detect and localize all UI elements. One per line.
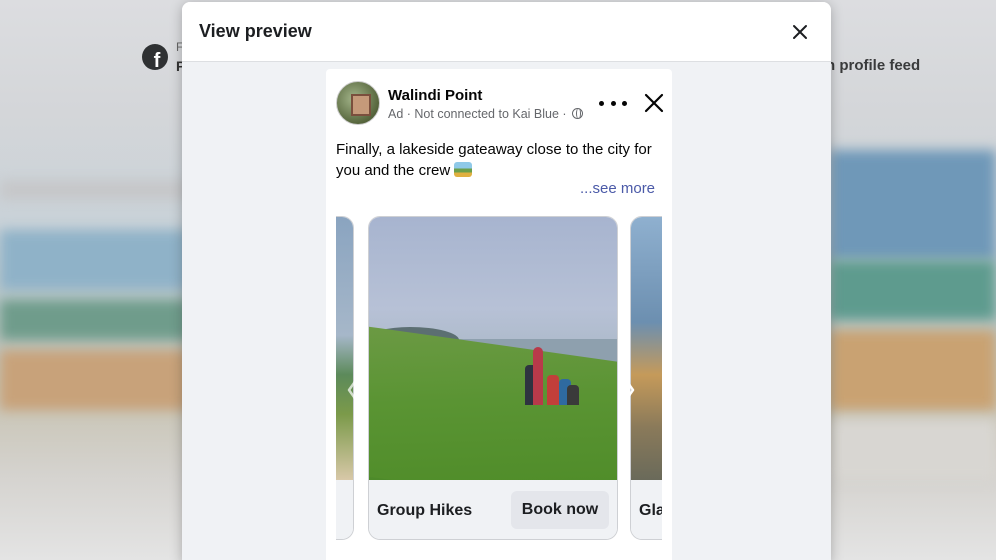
page-avatar[interactable] [336, 81, 380, 125]
more-options-button[interactable] [599, 93, 627, 113]
carousel-image-next [631, 217, 662, 480]
modal-header: View preview [182, 2, 831, 62]
facebook-logo-icon: f [142, 44, 168, 70]
chevron-left-icon[interactable] [344, 370, 364, 410]
preview-modal: View preview Walindi Point Ad · Not conn… [182, 2, 831, 560]
globe-icon [572, 108, 584, 119]
ad-primary-text-content: Finally, a lakeside gateaway close to th… [336, 141, 652, 179]
ad-carousel: Group Hikes Book now Gla [336, 216, 662, 543]
carousel-card-main[interactable]: Group Hikes Book now [368, 216, 618, 540]
carousel-image-group-hikes [369, 217, 617, 480]
ad-meta: Ad · Not connected to Kai Blue · [388, 107, 584, 121]
hikers-figure [523, 345, 579, 405]
ad-meta-text: Ad · Not connected to Kai Blue · [388, 107, 567, 121]
carousel-image-prev [336, 217, 353, 480]
close-icon [793, 25, 807, 39]
ad-primary-text: Finally, a lakeside gateaway close to th… [336, 139, 666, 181]
modal-close-button[interactable] [787, 19, 813, 45]
chevron-right-icon[interactable] [618, 370, 638, 410]
page-name[interactable]: Walindi Point [388, 87, 482, 104]
carousel-card-title: Group Hikes [377, 502, 473, 519]
see-more-link[interactable]: ...see more [580, 180, 655, 197]
ad-preview-card: Walindi Point Ad · Not connected to Kai … [326, 69, 672, 560]
lake-scene-emoji-icon [454, 162, 473, 177]
carousel-card-title: Gla [639, 502, 662, 519]
modal-body: Walindi Point Ad · Not connected to Kai … [182, 63, 831, 560]
carousel-card-footer [336, 480, 353, 539]
carousel-card-footer: Gla [631, 480, 662, 539]
hide-ad-close-icon[interactable] [643, 92, 665, 114]
placement-label: n profile feed [826, 57, 921, 74]
book-now-button[interactable]: Book now [511, 491, 609, 529]
more-options-icon [599, 100, 604, 106]
carousel-card-footer: Group Hikes Book now [369, 480, 617, 539]
modal-title: View preview [199, 21, 312, 41]
